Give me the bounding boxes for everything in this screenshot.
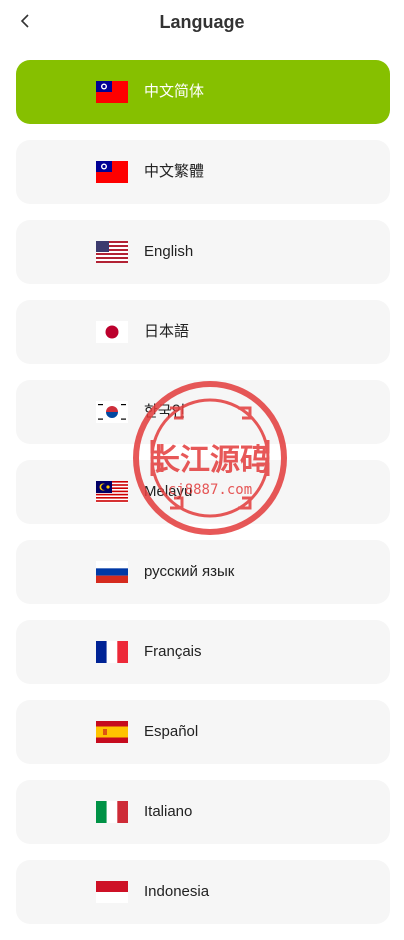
flag-russia-icon bbox=[96, 561, 128, 583]
flag-korea-icon bbox=[96, 401, 128, 423]
language-option-ko[interactable]: 한국인 bbox=[16, 380, 390, 444]
language-label: Español bbox=[144, 723, 199, 740]
language-option-en[interactable]: English bbox=[16, 220, 390, 284]
language-option-it[interactable]: Italiano bbox=[16, 780, 390, 844]
language-label: Français bbox=[144, 643, 202, 660]
language-label: 한국인 bbox=[144, 403, 186, 420]
language-label: Italiano bbox=[144, 803, 193, 820]
flag-taiwan-icon bbox=[96, 81, 128, 103]
page-title: Language bbox=[159, 12, 245, 32]
language-label: 中文繁體 bbox=[144, 163, 205, 180]
flag-indonesia-icon bbox=[96, 881, 128, 903]
language-label: English bbox=[144, 243, 194, 260]
flag-italy-icon bbox=[96, 801, 128, 823]
language-label: 日本語 bbox=[144, 323, 190, 340]
language-option-fr[interactable]: Français bbox=[16, 620, 390, 684]
language-label: Melayu bbox=[144, 483, 193, 500]
language-list: 中文简体 中文繁體 English 日本語 한국인 Melayu русский… bbox=[16, 60, 390, 940]
flag-usa-icon bbox=[96, 241, 128, 263]
flag-france-icon bbox=[96, 641, 128, 663]
language-option-id[interactable]: Indonesia bbox=[16, 860, 390, 924]
language-option-zh-tw[interactable]: 中文繁體 bbox=[16, 140, 390, 204]
flag-malaysia-icon bbox=[96, 481, 128, 503]
language-option-ru[interactable]: русский язык bbox=[16, 540, 390, 604]
language-option-es[interactable]: Español bbox=[16, 700, 390, 764]
header-bar: Language bbox=[0, 0, 404, 44]
flag-taiwan-icon bbox=[96, 161, 128, 183]
language-label: русский язык bbox=[144, 563, 235, 580]
language-option-ja[interactable]: 日本語 bbox=[16, 300, 390, 364]
language-label: 中文简体 bbox=[144, 83, 205, 100]
flag-spain-icon bbox=[96, 721, 128, 743]
language-label: Indonesia bbox=[144, 883, 210, 900]
flag-japan-icon bbox=[96, 321, 128, 343]
language-option-zh-cn[interactable]: 中文简体 bbox=[16, 60, 390, 124]
language-option-ms[interactable]: Melayu bbox=[16, 460, 390, 524]
